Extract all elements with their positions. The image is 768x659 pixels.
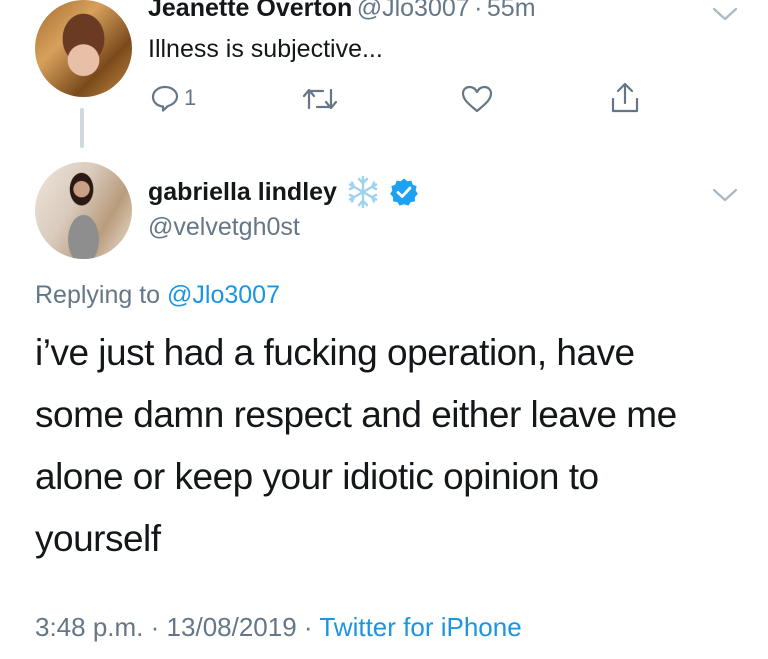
parent-author-avatar[interactable] — [35, 0, 132, 97]
tweet-source-link[interactable]: Twitter for iPhone — [319, 612, 521, 642]
meta-separator: · — [150, 612, 160, 642]
tweet-text-line: alone or keep your idiotic opinion to — [35, 456, 599, 497]
main-author-name[interactable]: gabriella lindley — [148, 178, 337, 207]
tweet-meta: 3:48 p.m. · 13/08/2019 · Twitter for iPh… — [35, 612, 522, 643]
main-author-name-row: gabriella lindley — [148, 174, 419, 210]
parent-tweet-text: Illness is subjective... — [148, 35, 383, 63]
main-author-handle[interactable]: @velvetgh0st — [148, 213, 300, 242]
parent-tweet-header: Jeanette Overton @Jlo3007 · 55m — [148, 0, 536, 23]
share-icon[interactable] — [610, 82, 640, 114]
like-icon[interactable] — [460, 84, 494, 114]
reply-icon — [151, 85, 179, 112]
reply-action[interactable]: 1 — [150, 83, 196, 113]
tweet-text-line: some damn respect and either leave me — [35, 394, 677, 435]
tweet-date[interactable]: 13/08/2019 — [167, 612, 297, 642]
parent-time-ago[interactable]: 55m — [487, 0, 536, 22]
tweet-time[interactable]: 3:48 p.m. — [35, 612, 143, 642]
replying-to-prefix: Replying to — [35, 281, 161, 309]
main-tweet-text: i’ve just had a fucking operation, have … — [35, 322, 677, 570]
snowflake-icon — [348, 175, 378, 209]
tweet-text-line: i’ve just had a fucking operation, have — [35, 332, 635, 373]
tweet-text-line: yourself — [35, 518, 161, 559]
replying-to-handle-link[interactable]: @Jlo3007 — [167, 281, 280, 309]
thread-connector-line — [80, 108, 84, 148]
retweet-icon[interactable] — [301, 86, 339, 112]
meta-separator: · — [303, 612, 313, 642]
chevron-down-icon[interactable] — [712, 187, 738, 203]
main-author-avatar[interactable] — [35, 162, 132, 259]
chevron-down-icon[interactable] — [712, 6, 738, 22]
parent-author-handle[interactable]: @Jlo3007 — [357, 0, 470, 22]
parent-time-separator: · — [474, 0, 483, 22]
reply-count: 1 — [184, 85, 197, 110]
parent-author-name[interactable]: Jeanette Overton — [148, 0, 352, 22]
verified-badge-icon — [390, 178, 418, 206]
replying-to-line: Replying to @Jlo3007 — [35, 281, 280, 310]
